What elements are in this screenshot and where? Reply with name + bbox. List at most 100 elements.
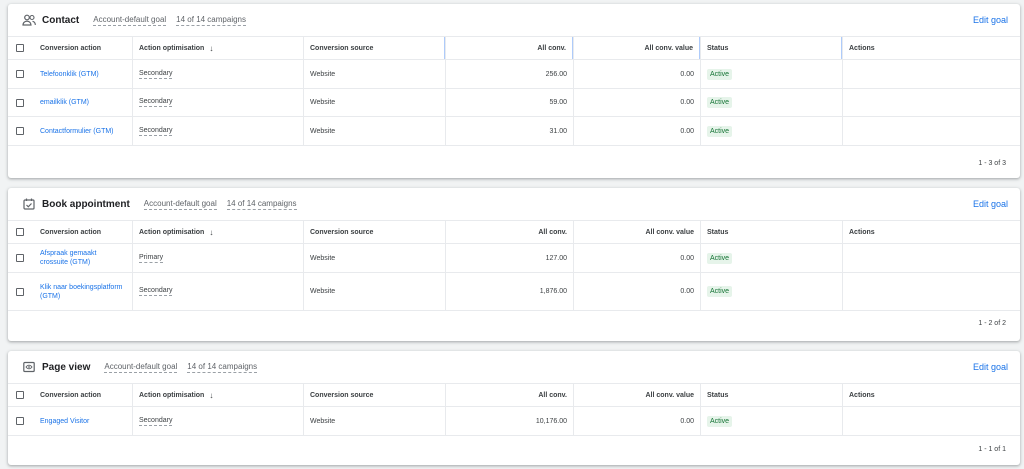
col-status[interactable]: Status [700, 384, 842, 406]
select-all-checkbox[interactable] [16, 228, 24, 236]
col-action-optimisation[interactable]: Action optimisation ↓ [132, 384, 303, 406]
conversion-action-link[interactable]: Telefoonklik (GTM) [40, 70, 99, 79]
goal-card-contact: Contact Account-default goal 14 of 14 ca… [8, 4, 1020, 178]
default-goal-label[interactable]: Account-default goal [143, 199, 217, 210]
actions-cell [842, 117, 1020, 145]
col-action-optimisation[interactable]: Action optimisation ↓ [132, 221, 303, 243]
default-goal-label[interactable]: Account-default goal [93, 15, 167, 26]
table-header-row: Conversion action Action optimisation ↓ C… [8, 384, 1020, 407]
col-all-conv-value[interactable]: All conv. value [573, 384, 700, 406]
conversion-action-link[interactable]: Contactformulier (GTM) [40, 127, 114, 136]
sort-arrow-icon: ↓ [209, 43, 214, 53]
col-actions: Actions [842, 37, 1020, 59]
source-value: Website [303, 117, 445, 145]
sort-arrow-icon: ↓ [209, 227, 214, 237]
col-label: Action optimisation [139, 44, 205, 52]
col-conversion-action[interactable]: Conversion action [32, 37, 132, 59]
conversion-action-link[interactable]: Afspraak gemaakt crossuite (GTM) [40, 249, 126, 267]
all-conv-value: 256.00 [445, 60, 573, 88]
col-status[interactable]: Status [700, 37, 842, 59]
goal-header: Contact Account-default goal 14 of 14 ca… [8, 4, 1020, 36]
col-conversion-source[interactable]: Conversion source [303, 37, 445, 59]
select-all-cell [8, 221, 32, 243]
col-all-conv[interactable]: All conv. [445, 384, 573, 406]
conversion-table: Conversion action Action optimisation ↓ C… [8, 220, 1020, 311]
table-header-row: Conversion action Action optimisation ↓ C… [8, 221, 1020, 244]
col-all-conv[interactable]: All conv. [445, 221, 573, 243]
campaigns-label[interactable]: 14 of 14 campaigns [187, 362, 258, 373]
status-badge: Active [707, 415, 733, 427]
col-status[interactable]: Status [700, 221, 842, 243]
col-conversion-action[interactable]: Conversion action [32, 221, 132, 243]
edit-goal-button[interactable]: Edit goal [973, 199, 1008, 209]
optimisation-value[interactable]: Secondary [139, 287, 173, 296]
actions-cell [842, 407, 1020, 435]
select-all-checkbox[interactable] [16, 391, 24, 399]
pagination-info: 1 - 1 of 1 [978, 446, 1006, 453]
row-checkbox[interactable] [16, 98, 24, 107]
optimisation-value[interactable]: Primary [139, 254, 164, 263]
optimisation-value[interactable]: Secondary [139, 98, 173, 107]
col-action-optimisation[interactable]: Action optimisation ↓ [132, 37, 303, 59]
all-conv-value-value: 0.00 [573, 89, 700, 116]
goal-card-page-view: Page view Account-default goal 14 of 14 … [8, 351, 1020, 465]
source-value: Website [303, 60, 445, 88]
conversion-action-link[interactable]: emailklik (GTM) [40, 98, 89, 107]
select-all-checkbox[interactable] [16, 44, 24, 52]
edit-goal-button[interactable]: Edit goal [973, 15, 1008, 25]
conversion-action-link[interactable]: Engaged Visitor [40, 417, 89, 426]
edit-goal-button[interactable]: Edit goal [973, 362, 1008, 372]
row-select-cell [8, 60, 32, 88]
goal-header: Book appointment Account-default goal 14… [8, 188, 1020, 220]
status-badge: Active [707, 286, 733, 297]
col-all-conv-value[interactable]: All conv. value [573, 221, 700, 243]
goal-title: Page view [42, 361, 91, 373]
campaigns-label[interactable]: 14 of 14 campaigns [226, 199, 297, 210]
all-conv-value: 59.00 [445, 89, 573, 116]
col-all-conv[interactable]: All conv. [445, 37, 573, 59]
all-conv-value-value: 0.00 [573, 273, 700, 310]
all-conv-value-value: 0.00 [573, 60, 700, 88]
row-checkbox[interactable] [16, 287, 24, 296]
row-select-cell [8, 273, 32, 310]
status-badge: Active [707, 252, 733, 264]
all-conv-value-value: 0.00 [573, 407, 700, 435]
col-conversion-action[interactable]: Conversion action [32, 384, 132, 406]
optimisation-value[interactable]: Secondary [139, 417, 173, 426]
row-checkbox[interactable] [16, 70, 24, 78]
default-goal-label[interactable]: Account-default goal [104, 362, 178, 373]
optimisation-value[interactable]: Secondary [139, 127, 173, 136]
col-actions: Actions [842, 221, 1020, 243]
pagination-info: 1 - 2 of 2 [978, 320, 1006, 327]
select-all-cell [8, 384, 32, 406]
all-conv-value-value: 0.00 [573, 117, 700, 145]
pagination-info: 1 - 3 of 3 [978, 160, 1006, 167]
source-value: Website [303, 273, 445, 310]
optimisation-value[interactable]: Secondary [139, 70, 173, 79]
all-conv-value-value: 0.00 [573, 244, 700, 272]
col-conversion-source[interactable]: Conversion source [303, 384, 445, 406]
table-row: Contactformulier (GTM) Secondary Website… [8, 117, 1020, 146]
row-checkbox[interactable] [16, 254, 24, 262]
table-row: emailklik (GTM) Secondary Website 59.00 … [8, 89, 1020, 117]
row-select-cell [8, 89, 32, 116]
table-header-row: Conversion action Action optimisation ↓ C… [8, 37, 1020, 60]
col-actions: Actions [842, 384, 1020, 406]
row-checkbox[interactable] [16, 127, 24, 135]
col-conversion-source[interactable]: Conversion source [303, 221, 445, 243]
col-all-conv-value[interactable]: All conv. value [573, 37, 700, 59]
people-icon [22, 13, 36, 27]
page-view-icon [22, 360, 36, 374]
all-conv-value: 10,176.00 [445, 407, 573, 435]
source-value: Website [303, 89, 445, 116]
conversion-action-link[interactable]: Klik naar boekingsplatform (GTM) [40, 283, 126, 301]
goal-title: Contact [42, 14, 80, 26]
all-conv-value: 31.00 [445, 117, 573, 145]
row-select-cell [8, 244, 32, 272]
row-checkbox[interactable] [16, 417, 24, 425]
actions-cell [842, 244, 1020, 272]
actions-cell [842, 60, 1020, 88]
table-row: Afspraak gemaakt crossuite (GTM) Primary… [8, 244, 1020, 273]
sort-arrow-icon: ↓ [209, 390, 214, 400]
campaigns-label[interactable]: 14 of 14 campaigns [176, 15, 246, 26]
